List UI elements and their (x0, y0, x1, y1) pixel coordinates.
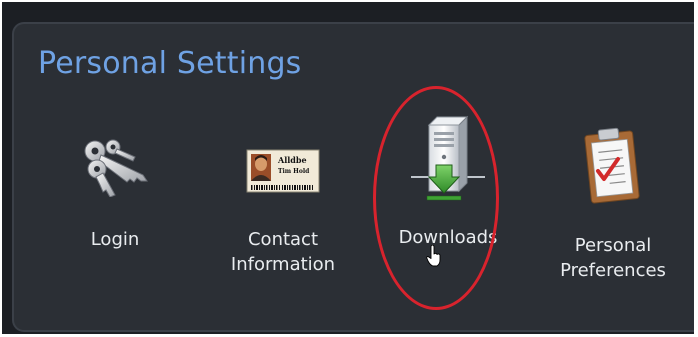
id-card-title: Alldbe (277, 155, 307, 165)
highlight-circle (373, 86, 499, 310)
contact-label-line2: Information (230, 254, 336, 275)
preferences-label-line2: Preferences (560, 260, 666, 281)
id-card-line: Tim Hold (278, 168, 310, 175)
id-card-icon: Alldbe Tim Hold (246, 149, 320, 200)
contact-label-line1: Contact (247, 229, 319, 250)
key-icon (77, 135, 153, 204)
clipboard-checklist-icon (578, 125, 648, 218)
login-label: Login (90, 229, 140, 250)
preferences-label-line1: Personal (574, 235, 652, 256)
panel-title: Personal Settings (38, 46, 302, 81)
hand-cursor-icon (426, 244, 442, 271)
